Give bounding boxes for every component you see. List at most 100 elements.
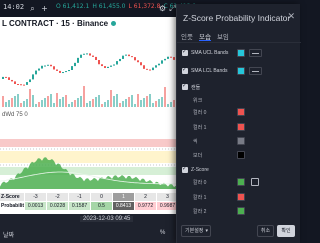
zscore-row-label: Z-Score (1, 194, 20, 200)
volume-bar (17, 94, 19, 107)
price-candle (20, 84, 22, 86)
price-candle (77, 57, 79, 63)
volume-bar (11, 98, 13, 107)
color-swatch[interactable] (237, 178, 245, 186)
probability-cell-highlight: 0.8413 (112, 202, 134, 210)
dialog-tabs: 인풋 모습 보임 (181, 31, 229, 41)
setting-label: SMA UCL Bands (191, 50, 229, 56)
setting-row: 칼라 0 (177, 176, 301, 188)
volume-bar (116, 94, 118, 107)
symbol-legend[interactable]: L CONTRACT · 15 · Binance (2, 19, 117, 28)
volume-bar (119, 103, 121, 107)
setting-row: SMA UCL Bands (177, 47, 301, 59)
volume-bar (113, 96, 115, 107)
zscore-header-row: Z-Score -3 -2 -1 0 1 2 3 (0, 193, 178, 201)
color-swatch[interactable] (237, 108, 245, 116)
setting-row: 보더 (177, 149, 301, 161)
color-swatch[interactable] (237, 151, 245, 159)
color-swatch[interactable] (237, 207, 245, 215)
price-candle (59, 70, 61, 73)
price-candle (167, 56, 169, 59)
volume-bar (68, 104, 70, 107)
line-style-icon[interactable] (249, 49, 262, 57)
price-candle (131, 56, 133, 58)
price-candle (152, 67, 154, 71)
color-swatch[interactable] (237, 49, 245, 57)
volume-bar (83, 86, 85, 107)
color-swatch[interactable] (237, 123, 245, 131)
setting-label: Z-Score (191, 167, 209, 173)
ok-button[interactable]: 확인 (277, 225, 295, 237)
close-icon[interactable]: ✕ (287, 12, 295, 22)
volume-bar (62, 97, 64, 107)
volume-bar (107, 100, 109, 107)
price-candle (158, 63, 160, 66)
setting-label: 캔들 (191, 85, 201, 91)
compare-icon[interactable]: + (40, 4, 49, 13)
plot-style-icon[interactable] (251, 178, 259, 186)
volume-bar (110, 90, 112, 107)
search-icon[interactable]: ⌕ (28, 4, 37, 13)
indicator-legend[interactable]: dWd 75 0 (2, 112, 28, 118)
bottom-toolbar: 날짜 2023-12-03 09:45 % (0, 214, 178, 243)
percent-toggle[interactable]: % (160, 230, 165, 236)
setting-row: 컬러 1 (177, 121, 301, 133)
ohlc-open: O 61,412.1 (56, 3, 90, 10)
volume-bar (146, 96, 148, 107)
volume-bar (71, 102, 73, 107)
setting-row: 칼라 1 (177, 191, 301, 203)
chevron-down-icon: ▾ (205, 228, 208, 234)
dialog-footer: 기본설정 ▾ 취소 확인 (177, 223, 301, 243)
price-candle (119, 58, 121, 62)
defaults-dropdown[interactable]: 기본설정 ▾ (181, 225, 211, 237)
probability-cell: 0.9772 (134, 202, 156, 210)
tab-style[interactable]: 모습 (198, 31, 211, 41)
tab-visibility[interactable]: 보임 (217, 31, 229, 41)
price-candle (35, 70, 37, 75)
volume-bar (5, 102, 7, 107)
volume-bar (164, 87, 166, 107)
volume-bar (128, 97, 130, 107)
checkbox[interactable] (182, 82, 188, 90)
price-candle (143, 65, 145, 69)
volume-bar (86, 103, 88, 107)
price-candle (164, 58, 166, 61)
indicator-settings-dialog: Z-Score Probability Indicator ✕ 인풋 모습 보임… (176, 4, 301, 243)
volume-bar (8, 100, 10, 107)
price-candle (56, 69, 58, 71)
color-swatch[interactable] (237, 137, 245, 145)
zscore-cell: -1 (68, 193, 90, 201)
price-candle (8, 77, 10, 80)
price-candle (38, 68, 40, 71)
price-candle (47, 64, 49, 66)
price-candle (62, 72, 64, 74)
price-candle (137, 60, 139, 63)
price-candle (101, 64, 103, 67)
checkbox[interactable] (182, 48, 188, 56)
volume-bar (80, 96, 82, 107)
price-candle (116, 61, 118, 65)
volume-bar (44, 98, 46, 107)
ohlc-low: L 61,372.8 (128, 3, 161, 10)
price-candle (104, 66, 106, 69)
line-style-icon[interactable] (249, 67, 262, 75)
price-candle (122, 55, 124, 59)
tab-inputs[interactable]: 인풋 (181, 31, 193, 41)
date-range-button[interactable]: 날짜 (3, 230, 14, 239)
color-swatch[interactable] (237, 193, 245, 201)
checkbox[interactable] (182, 66, 188, 74)
volume-bar (53, 103, 55, 107)
settings-icon[interactable]: ⚙ (158, 4, 167, 13)
color-swatch[interactable] (237, 67, 245, 75)
price-candle (14, 81, 16, 85)
checkbox[interactable] (182, 165, 188, 173)
probability-cell: 0.1587 (68, 202, 90, 210)
volume-bar (152, 103, 154, 107)
volume-bar (173, 100, 175, 107)
volume-bar (35, 104, 37, 107)
cancel-button[interactable]: 취소 (257, 225, 274, 237)
setting-label: SMA LCL Bands (191, 68, 228, 74)
volume-bar (167, 104, 169, 107)
zscore-cell: 0 (90, 193, 112, 201)
crosshair-timestamp: 2023-12-03 09:45 (80, 216, 134, 222)
